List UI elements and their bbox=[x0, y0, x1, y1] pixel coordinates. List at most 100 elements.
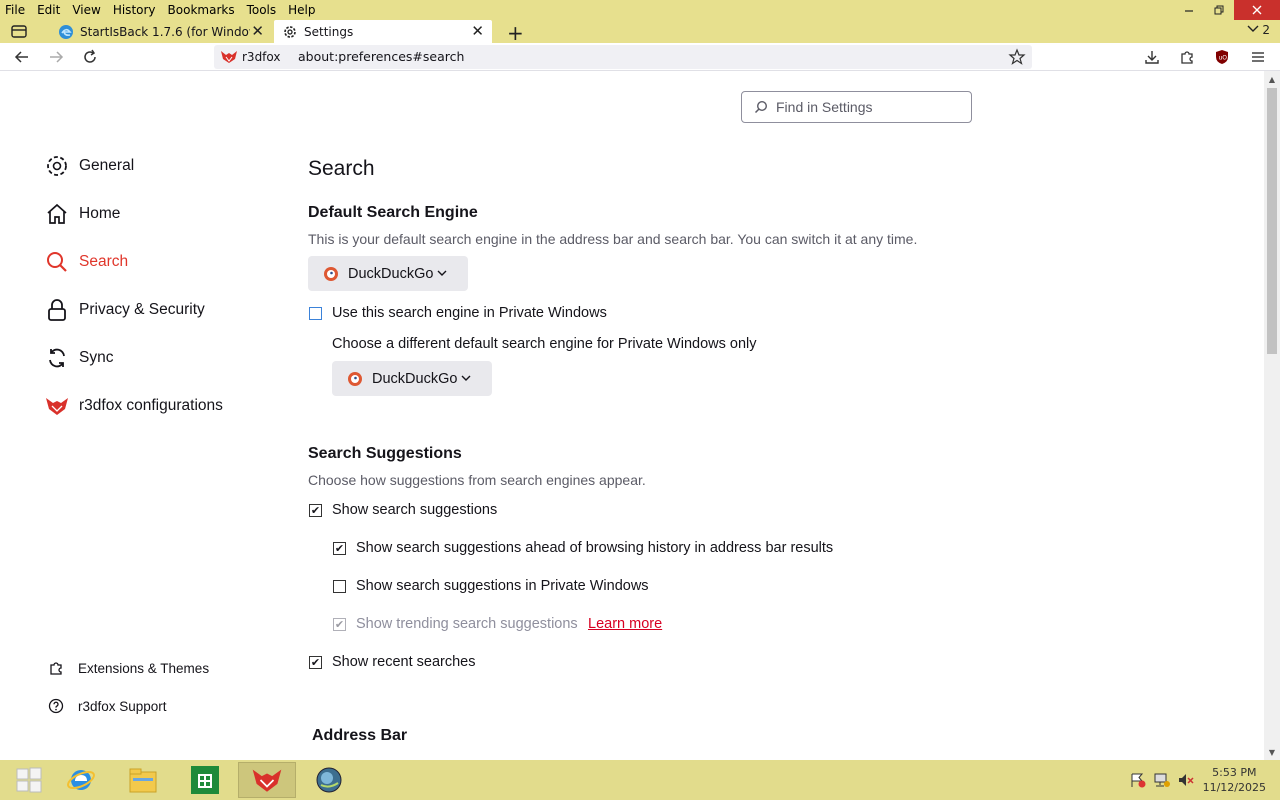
find-in-settings-input[interactable] bbox=[776, 99, 966, 115]
search-icon bbox=[754, 100, 768, 114]
forward-button[interactable] bbox=[47, 48, 65, 66]
learn-more-link[interactable]: Learn more bbox=[588, 616, 662, 632]
menu-bar: File Edit View History Bookmarks Tools H… bbox=[0, 0, 1280, 20]
volume-muted-icon[interactable] bbox=[1177, 772, 1195, 788]
chevron-down-icon bbox=[437, 270, 447, 276]
taskbar-file-explorer[interactable] bbox=[114, 762, 172, 798]
search-icon bbox=[45, 250, 69, 274]
url-bar[interactable]: r3dfox about:preferences#search bbox=[214, 45, 1032, 69]
ublock-button[interactable]: uO bbox=[1213, 48, 1231, 66]
tab-startisback[interactable]: StartIsBack 1.7.6 (for Windows 8 ✕ bbox=[50, 20, 272, 43]
tab-settings[interactable]: Settings ✕ bbox=[274, 20, 492, 43]
store-icon bbox=[191, 766, 219, 794]
identity-label: r3dfox bbox=[242, 50, 281, 64]
bookmark-star-button[interactable] bbox=[1008, 48, 1026, 66]
tab-strip: StartIsBack 1.7.6 (for Windows 8 ✕ Setti… bbox=[0, 20, 1280, 45]
scroll-up-arrow[interactable]: ▲ bbox=[1264, 71, 1280, 87]
private-engine-label[interactable]: Use this search engine in Private Window… bbox=[332, 305, 607, 321]
suggestions-private-checkbox[interactable] bbox=[333, 580, 346, 593]
reload-button[interactable] bbox=[81, 48, 99, 66]
default-engine-description: This is your default search engine in th… bbox=[308, 231, 918, 247]
suggestions-private-label[interactable]: Show search suggestions in Private Windo… bbox=[356, 578, 649, 594]
menu-edit[interactable]: Edit bbox=[31, 3, 66, 17]
minimize-button[interactable] bbox=[1174, 0, 1204, 20]
new-tab-button[interactable]: + bbox=[507, 21, 524, 45]
sidebar-item-search[interactable]: Search bbox=[45, 250, 128, 274]
sidebar-item-label: r3dfox Support bbox=[78, 698, 167, 714]
globe-icon bbox=[316, 767, 342, 793]
sync-icon bbox=[45, 346, 69, 370]
menu-bookmarks[interactable]: Bookmarks bbox=[162, 3, 241, 17]
back-arrow-icon bbox=[14, 51, 28, 63]
taskbar-internet-explorer[interactable] bbox=[52, 762, 110, 798]
taskbar-store[interactable] bbox=[176, 762, 234, 798]
default-engine-value: DuckDuckGo bbox=[348, 265, 434, 282]
network-icon[interactable] bbox=[1153, 772, 1171, 788]
search-suggestions-heading: Search Suggestions bbox=[308, 445, 462, 462]
extensions-button[interactable] bbox=[1178, 48, 1196, 66]
close-window-button[interactable] bbox=[1234, 0, 1280, 20]
tab-close-button[interactable]: ✕ bbox=[251, 22, 264, 40]
scrollbar-thumb[interactable] bbox=[1267, 88, 1277, 354]
private-engine-checkbox[interactable] bbox=[309, 307, 322, 320]
start-button[interactable] bbox=[0, 762, 58, 798]
minimize-icon bbox=[1185, 10, 1193, 12]
sidebar-item-home[interactable]: Home bbox=[45, 202, 120, 226]
help-icon bbox=[47, 697, 65, 715]
find-in-settings-box[interactable] bbox=[741, 91, 972, 123]
tab-title: Settings bbox=[304, 24, 354, 39]
star-icon bbox=[1008, 48, 1026, 65]
action-center-flag-icon[interactable] bbox=[1129, 772, 1147, 788]
page-scrollbar[interactable]: ▲ ▼ bbox=[1264, 71, 1280, 760]
taskbar: 5:53 PM 11/12/2025 bbox=[0, 760, 1280, 800]
menu-history[interactable]: History bbox=[107, 3, 162, 17]
recent-searches-checkbox[interactable]: ✔ bbox=[309, 656, 322, 669]
sidebar-item-label: Sync bbox=[79, 349, 114, 366]
folder-icon bbox=[129, 768, 157, 793]
restore-button[interactable] bbox=[1204, 0, 1234, 20]
restore-icon bbox=[1214, 5, 1224, 15]
sidebar-support[interactable]: r3dfox Support bbox=[47, 697, 167, 715]
suggestions-ahead-history-label[interactable]: Show search suggestions ahead of browsin… bbox=[356, 540, 833, 556]
edge-icon bbox=[59, 24, 73, 39]
menu-help[interactable]: Help bbox=[282, 3, 321, 17]
show-suggestions-label[interactable]: Show search suggestions bbox=[332, 502, 497, 518]
menu-view[interactable]: View bbox=[66, 3, 106, 17]
url-text[interactable]: about:preferences#search bbox=[298, 49, 464, 64]
taskbar-r3dfox[interactable] bbox=[238, 762, 296, 798]
taskbar-globe-app[interactable] bbox=[300, 762, 358, 798]
private-engine-value: DuckDuckGo bbox=[372, 370, 458, 387]
address-bar-heading: Address Bar bbox=[312, 727, 408, 744]
back-button[interactable] bbox=[13, 48, 31, 66]
default-engine-heading: Default Search Engine bbox=[308, 204, 478, 221]
default-engine-dropdown[interactable]: DuckDuckGo bbox=[308, 256, 468, 291]
scroll-down-arrow[interactable]: ▼ bbox=[1264, 744, 1280, 760]
site-identity[interactable]: r3dfox bbox=[220, 48, 280, 66]
recent-searches-label[interactable]: Show recent searches bbox=[332, 654, 475, 670]
tab-close-button[interactable]: ✕ bbox=[471, 22, 484, 40]
sidebar-item-sync[interactable]: Sync bbox=[45, 346, 113, 370]
window-controls bbox=[1174, 0, 1280, 20]
sidebar-item-privacy[interactable]: Privacy & Security bbox=[45, 298, 205, 322]
menu-tools[interactable]: Tools bbox=[241, 3, 283, 17]
puzzle-icon bbox=[1181, 51, 1193, 64]
app-menu-button[interactable] bbox=[1249, 48, 1267, 66]
private-engine-dropdown[interactable]: DuckDuckGo bbox=[332, 361, 492, 396]
list-all-tabs-button[interactable]: 2 bbox=[1247, 23, 1270, 37]
duckduckgo-icon bbox=[324, 266, 338, 281]
firefox-view-button[interactable] bbox=[10, 23, 28, 39]
show-suggestions-checkbox[interactable]: ✔ bbox=[309, 504, 322, 517]
close-icon bbox=[1252, 5, 1262, 15]
taskbar-clock[interactable]: 5:53 PM 11/12/2025 bbox=[1203, 765, 1266, 795]
windows-logo-icon bbox=[16, 767, 42, 793]
downloads-button[interactable] bbox=[1143, 48, 1161, 66]
sidebar-item-r3dfox-configurations[interactable]: r3dfox configurations bbox=[45, 394, 223, 418]
download-icon bbox=[1145, 51, 1159, 64]
preferences-page: General Home Search Privacy & Security S… bbox=[0, 71, 1264, 760]
clock-time: 5:53 PM bbox=[1212, 766, 1257, 779]
suggestions-ahead-history-checkbox[interactable]: ✔ bbox=[333, 542, 346, 555]
sidebar-extensions-themes[interactable]: Extensions & Themes bbox=[47, 659, 209, 677]
menu-file[interactable]: File bbox=[0, 3, 31, 17]
sidebar-item-general[interactable]: General bbox=[45, 154, 134, 178]
internet-explorer-icon bbox=[67, 770, 95, 790]
